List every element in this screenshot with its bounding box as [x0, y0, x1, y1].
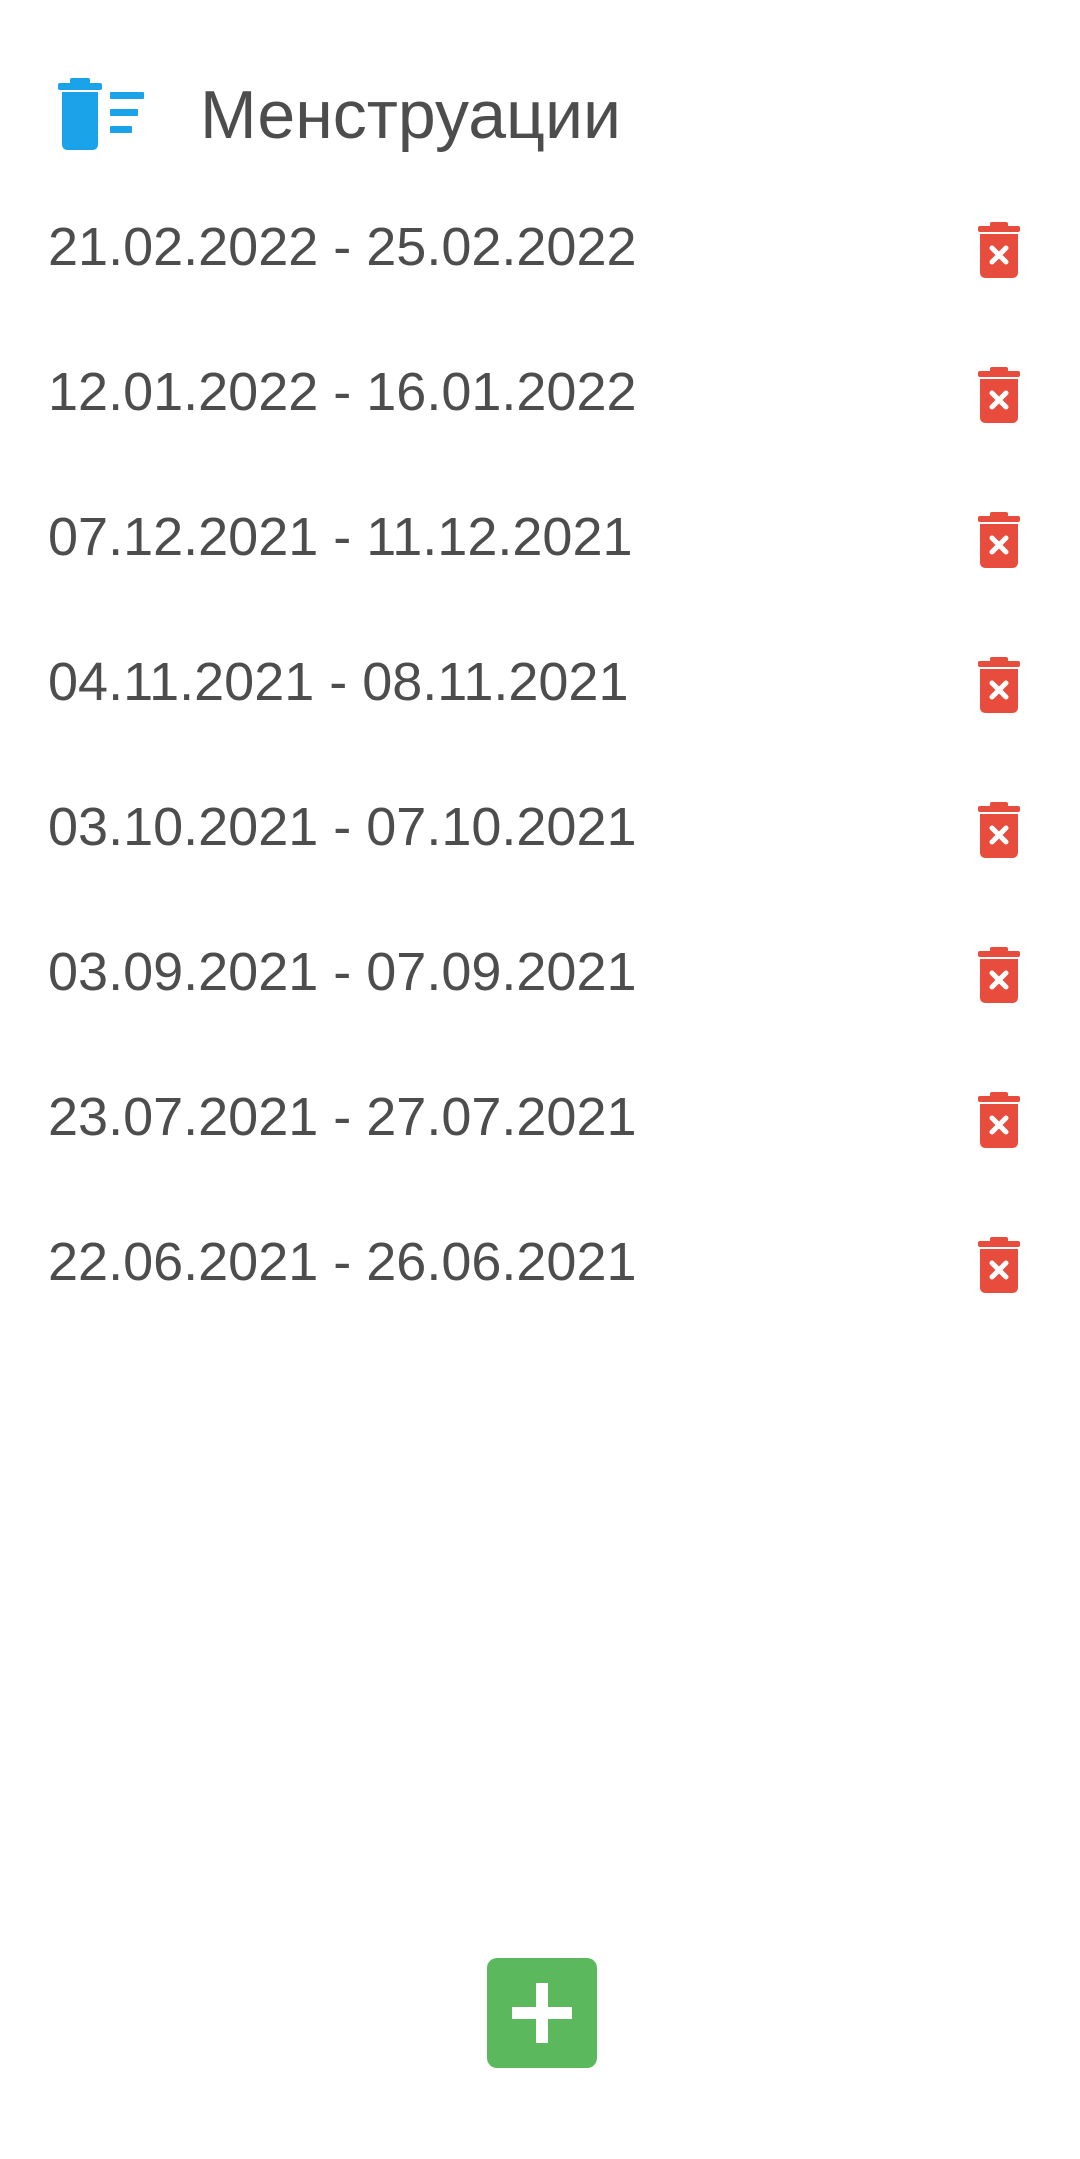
page-title: Менструации — [200, 77, 621, 153]
list-item: 21.02.2022 - 25.02.2022 — [0, 178, 1080, 323]
delete-icon[interactable] — [976, 802, 1022, 858]
period-label: 22.06.2021 - 26.06.2021 — [48, 1232, 637, 1292]
list-item: 03.09.2021 - 07.09.2021 — [0, 903, 1080, 1048]
period-label: 07.12.2021 - 11.12.2021 — [48, 507, 633, 567]
periods-list: 21.02.2022 - 25.02.2022 12.01.2022 - 16.… — [0, 178, 1080, 1338]
delete-icon[interactable] — [976, 657, 1022, 713]
period-label: 03.09.2021 - 07.09.2021 — [48, 942, 637, 1002]
delete-icon[interactable] — [976, 222, 1022, 278]
add-period-button[interactable] — [487, 1958, 597, 2068]
delete-icon[interactable] — [976, 512, 1022, 568]
period-label: 04.11.2021 - 08.11.2021 — [48, 652, 629, 712]
plus-icon — [512, 1983, 572, 2043]
period-label: 21.02.2022 - 25.02.2022 — [48, 217, 637, 277]
list-item: 22.06.2021 - 26.06.2021 — [0, 1193, 1080, 1338]
period-label: 12.01.2022 - 16.01.2022 — [48, 362, 637, 422]
delete-list-icon — [58, 78, 144, 150]
delete-icon[interactable] — [976, 367, 1022, 423]
delete-icon[interactable] — [976, 1237, 1022, 1293]
delete-icon[interactable] — [976, 1092, 1022, 1148]
list-item: 07.12.2021 - 11.12.2021 — [0, 468, 1080, 613]
list-item: 12.01.2022 - 16.01.2022 — [0, 323, 1080, 468]
delete-icon[interactable] — [976, 947, 1022, 1003]
list-item: 04.11.2021 - 08.11.2021 — [0, 613, 1080, 758]
period-label: 03.10.2021 - 07.10.2021 — [48, 797, 637, 857]
app-header: Менструации — [0, 0, 1080, 200]
list-item: 03.10.2021 - 07.10.2021 — [0, 758, 1080, 903]
period-label: 23.07.2021 - 27.07.2021 — [48, 1087, 637, 1147]
list-item: 23.07.2021 - 27.07.2021 — [0, 1048, 1080, 1193]
